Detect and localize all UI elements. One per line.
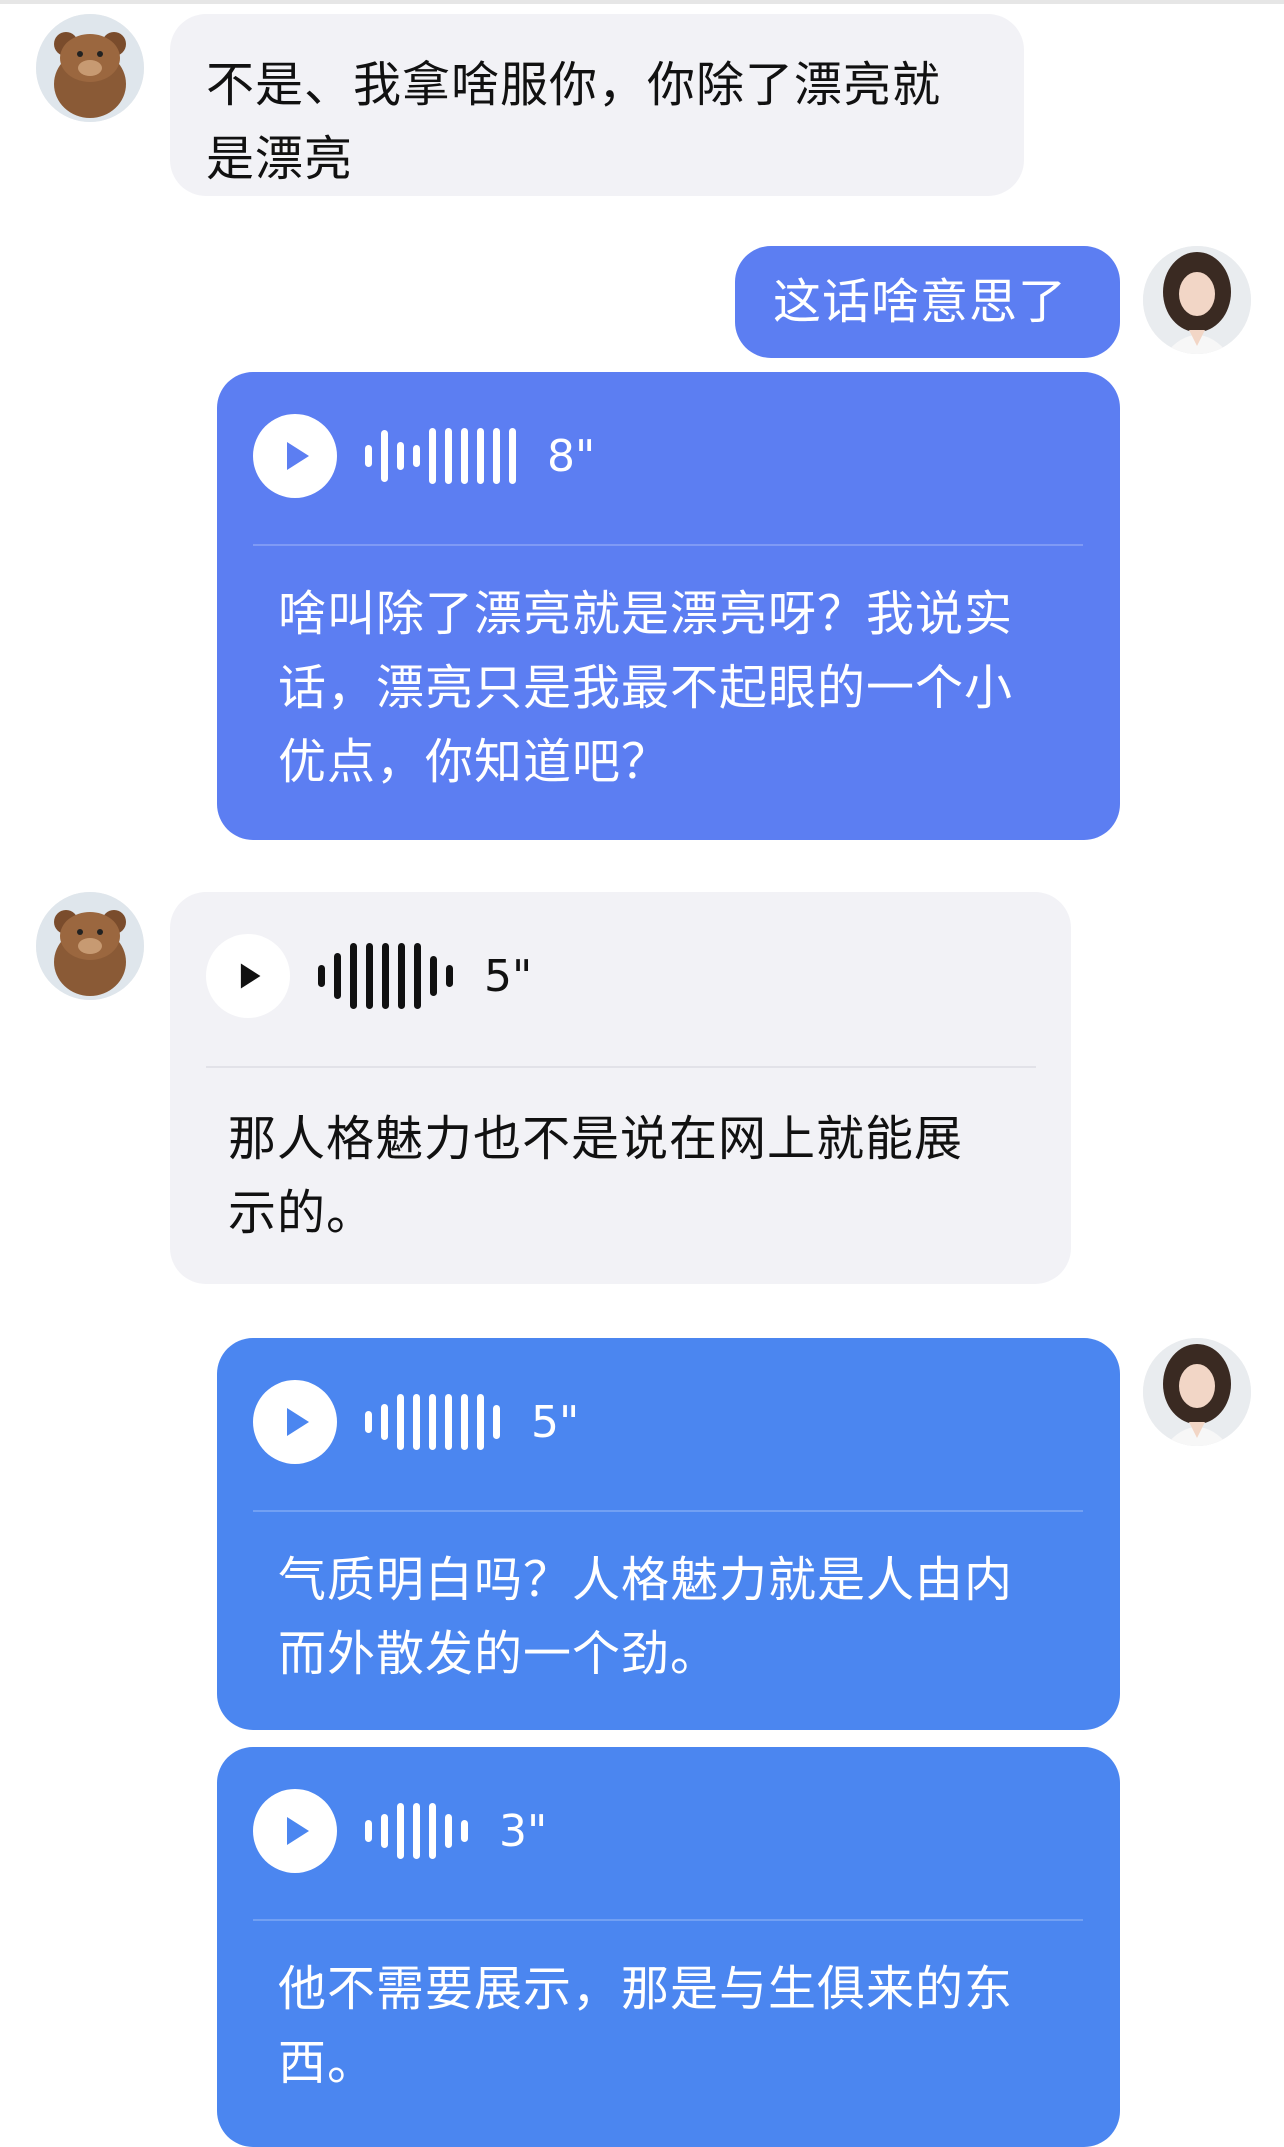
bear-avatar[interactable] bbox=[36, 14, 144, 122]
play-button[interactable] bbox=[206, 934, 290, 1018]
message-text: 不是、我拿啥服你，你除了漂亮就 是漂亮 bbox=[206, 57, 942, 187]
transcript-divider bbox=[253, 544, 1083, 546]
voice-duration: 5" bbox=[531, 1396, 580, 1448]
play-icon bbox=[240, 963, 261, 989]
voice-duration: 3" bbox=[499, 1805, 548, 1857]
transcript-divider bbox=[253, 1919, 1083, 1921]
play-icon bbox=[287, 442, 309, 470]
transcript-divider bbox=[206, 1066, 1036, 1068]
voice-duration: 8" bbox=[547, 430, 596, 482]
waveform-icon bbox=[365, 1803, 477, 1859]
play-icon bbox=[287, 1408, 309, 1436]
woman-avatar[interactable] bbox=[1143, 1338, 1251, 1446]
voice-transcript: 啥叫除了漂亮就是漂亮呀？我说实 话，漂亮只是我最不起眼的一个小 优点，你知道吧？ bbox=[278, 586, 1014, 790]
message-bubble-incoming[interactable]: 不是、我拿啥服你，你除了漂亮就 是漂亮 bbox=[170, 14, 1024, 196]
voice-transcript: 气质明白吗？人格魅力就是人由内 而外散发的一个劲。 bbox=[278, 1552, 1014, 1682]
voice-message-outgoing[interactable]: 5" 气质明白吗？人格魅力就是人由内 而外散发的一个劲。 bbox=[217, 1338, 1120, 1730]
voice-message-incoming[interactable]: 5" 那人格魅力也不是说在网上就能展 示的。 bbox=[170, 892, 1071, 1284]
play-icon bbox=[287, 1817, 309, 1845]
bear-avatar[interactable] bbox=[36, 892, 144, 1000]
waveform-icon bbox=[365, 1394, 509, 1450]
voice-message-outgoing[interactable]: 8" 啥叫除了漂亮就是漂亮呀？我说实 话，漂亮只是我最不起眼的一个小 优点，你知… bbox=[217, 372, 1120, 840]
play-button[interactable] bbox=[253, 1789, 337, 1873]
voice-message-outgoing[interactable]: 3" 他不需要展示，那是与生俱来的东 西。 bbox=[217, 1747, 1120, 2147]
transcript-divider bbox=[253, 1510, 1083, 1512]
message-text: 这话啥意思了 bbox=[773, 274, 1068, 330]
waveform-icon bbox=[318, 943, 462, 1009]
voice-duration: 5" bbox=[484, 950, 533, 1002]
voice-transcript: 那人格魅力也不是说在网上就能展 示的。 bbox=[228, 1111, 964, 1241]
woman-avatar[interactable] bbox=[1143, 246, 1251, 354]
voice-transcript: 他不需要展示，那是与生俱来的东 西。 bbox=[278, 1961, 1014, 2091]
message-bubble-outgoing[interactable]: 这话啥意思了 bbox=[735, 246, 1120, 358]
play-button[interactable] bbox=[253, 414, 337, 498]
top-divider bbox=[0, 0, 1284, 4]
play-button[interactable] bbox=[253, 1380, 337, 1464]
waveform-icon bbox=[365, 428, 525, 484]
